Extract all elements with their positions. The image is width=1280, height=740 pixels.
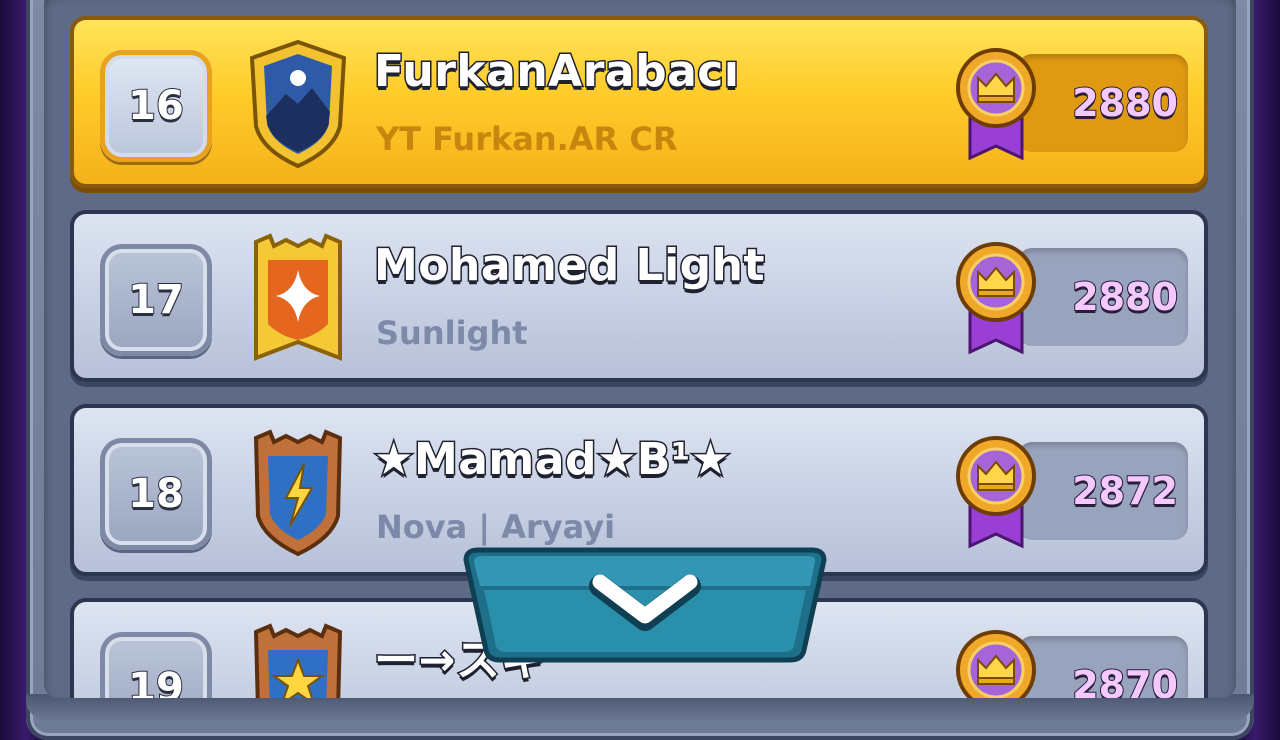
- rank-number: 17: [127, 276, 185, 324]
- mountain-badge-icon: [249, 39, 347, 169]
- clan-name[interactable]: Nova | Aryayi: [376, 508, 615, 546]
- scroll-down-button[interactable]: [460, 546, 830, 664]
- rank-box: 16: [100, 50, 212, 162]
- leaderboard-row-16[interactable]: 16 FurkanArabacı YT Furkan.AR CR 2880: [70, 16, 1208, 188]
- trophy-count: 2880: [1071, 80, 1179, 126]
- player-name: ★Mamad★B¹★: [373, 433, 732, 487]
- crown-medal-icon: [956, 48, 1036, 161]
- leaderboard-row-17[interactable]: 17 Mohamed Light Sunlight 2880: [70, 210, 1208, 382]
- sparkle-badge-icon: [254, 233, 342, 361]
- trophy-count: 2872: [1071, 468, 1179, 514]
- rank-number: 19: [127, 664, 185, 698]
- rank-number: 18: [127, 470, 185, 518]
- star-badge-icon: [253, 623, 343, 698]
- rank-box: 18: [100, 438, 212, 550]
- crown-medal-icon: [956, 630, 1036, 698]
- trophy-count: 2870: [1071, 662, 1179, 698]
- rank-box: 17: [100, 244, 212, 356]
- lightning-badge-icon: [253, 429, 343, 557]
- player-name: Mohamed Light: [372, 239, 766, 293]
- clan-name[interactable]: YT Furkan.AR CR: [376, 120, 677, 158]
- clan-name[interactable]: Sunlight: [376, 314, 528, 352]
- rank-box: 19: [100, 632, 212, 698]
- crown-medal-icon: [956, 436, 1036, 549]
- crown-medal-icon: [956, 242, 1036, 355]
- rank-number: 16: [127, 82, 185, 130]
- trophy-count: 2880: [1071, 274, 1179, 320]
- player-name: FurkanArabacı: [372, 45, 740, 99]
